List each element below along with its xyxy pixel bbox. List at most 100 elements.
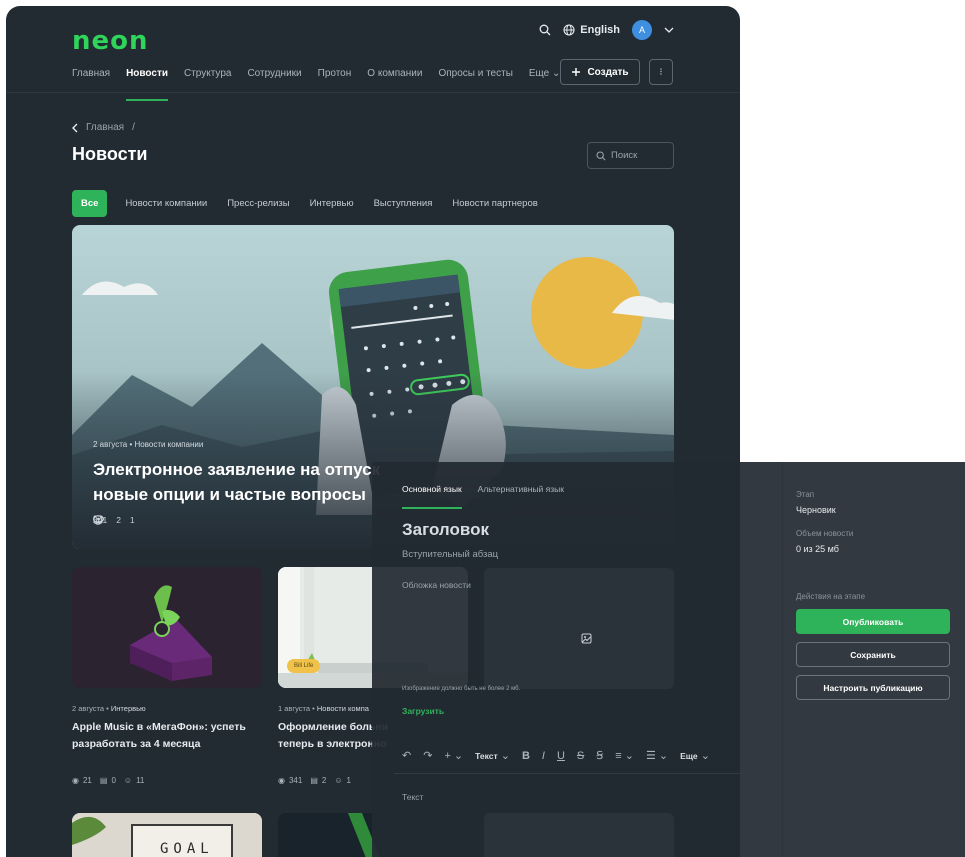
header-actions: English A: [539, 20, 674, 40]
toolbar-divider: [394, 773, 768, 774]
body-field[interactable]: Текст: [402, 792, 423, 802]
create-button[interactable]: Создать: [560, 59, 640, 85]
tab-main-language[interactable]: Основной язык: [402, 484, 462, 509]
body-image-placeholder: [484, 813, 674, 857]
kebab-icon: ⁝: [659, 66, 663, 78]
nav-item-about[interactable]: О компании: [367, 68, 422, 101]
language-tabs: Основной язык Альтернативный язык: [402, 484, 564, 509]
comment-icon: ▤: [99, 776, 108, 785]
news-card-image[interactable]: GOAL: [72, 813, 262, 857]
nav-item-employees[interactable]: Сотрудники: [247, 68, 301, 101]
strikethrough-icon[interactable]: S: [577, 750, 584, 762]
align-icon[interactable]: ≡ ⌄: [615, 749, 634, 762]
breadcrumb-home[interactable]: Главная: [86, 122, 124, 133]
editor-toolbar: ↶ ↷ + ⌄ Текст ⌄ B I U S Ꞩ ≡ ⌄ ☰ ⌄ Еще ⌄: [402, 749, 710, 763]
publish-sidebar: Этап Черновик Объем новости 0 из 25 мб Д…: [796, 490, 956, 700]
smile-icon: ☺: [123, 776, 133, 785]
chevron-down-icon[interactable]: [664, 27, 674, 33]
italic-icon[interactable]: I: [542, 750, 545, 762]
bold-icon[interactable]: B: [522, 750, 530, 762]
text-style-label: Текст: [475, 751, 498, 761]
language-switcher[interactable]: English: [563, 24, 620, 36]
views-stat: ◉ 21: [72, 776, 92, 785]
card-1-title[interactable]: Apple Music в «МегаФон»: успеть разработ…: [72, 719, 246, 753]
news-card-image[interactable]: [72, 567, 262, 688]
search-input[interactable]: Поиск: [587, 142, 674, 169]
nav-divider: [6, 92, 740, 93]
list-icon[interactable]: ☰ ⌄: [646, 749, 668, 762]
eye-icon: ◉: [72, 776, 79, 785]
views-count: 341: [288, 776, 303, 785]
actions-label: Действия на этапе: [796, 592, 866, 601]
publish-button[interactable]: Опубликовать: [796, 609, 950, 634]
hero-meta: 2 августа • Новости компании: [93, 440, 204, 449]
news-editor-panel: Основной язык Альтернативный язык Заголо…: [372, 462, 965, 857]
card-1-title-line-2: разработать за 4 месяца: [72, 738, 201, 750]
title-field[interactable]: Заголовок: [402, 520, 489, 540]
hero-title-line-1: Электронное заявление на отпуск: [93, 460, 381, 479]
more-dropdown[interactable]: Еще ⌄: [680, 749, 710, 762]
nav-item-home[interactable]: Главная: [72, 68, 110, 101]
filter-speeches[interactable]: Выступления: [374, 198, 433, 209]
upload-link[interactable]: Загрузить: [402, 706, 444, 716]
cover-dropzone[interactable]: [484, 568, 674, 689]
neon-logo[interactable]: neon: [72, 26, 149, 56]
search-icon: [596, 150, 606, 161]
redo-icon[interactable]: ↷: [423, 749, 432, 762]
search-placeholder: Поиск: [611, 150, 638, 161]
underline-icon[interactable]: U: [557, 750, 565, 762]
create-button-label: Создать: [587, 66, 629, 78]
chevron-down-icon: ⌄: [700, 750, 710, 762]
reactions-count: 1: [129, 515, 135, 525]
nav-item-structure[interactable]: Структура: [184, 68, 231, 101]
smile-icon: [93, 515, 103, 525]
tab-alt-language[interactable]: Альтернативный язык: [478, 484, 564, 509]
text-style-dropdown[interactable]: Текст ⌄: [475, 749, 510, 762]
filter-chips: Все Новости компании Пресс-релизы Интерв…: [72, 190, 538, 217]
filter-all[interactable]: Все: [72, 190, 108, 217]
page-title: Новости: [72, 144, 148, 164]
comment-icon: ▤: [310, 776, 318, 785]
stage-label: Этап: [796, 490, 815, 499]
comments-stat: ▤ 0: [100, 776, 116, 785]
filter-company-news[interactable]: Новости компании: [125, 198, 207, 209]
nav-item-more[interactable]: Еще ⌄: [529, 68, 561, 101]
size-label: Объем новости: [796, 529, 854, 538]
search-icon[interactable]: [539, 24, 551, 36]
configure-publication-button[interactable]: Настроить публикацию: [796, 675, 950, 700]
comments-stat: 2: [93, 515, 121, 525]
hero-title[interactable]: Электронное заявление на отпуск новые оп…: [93, 457, 393, 507]
hero-stats: 341 2 1: [93, 515, 135, 525]
size-value: 0 из 25 мб: [796, 544, 839, 554]
reactions-count: 11: [136, 776, 145, 785]
lead-field[interactable]: Вступительный абзац: [402, 549, 498, 560]
breadcrumb: Главная /: [72, 122, 135, 133]
hero-category[interactable]: Новости компании: [134, 440, 203, 449]
insert-plus-icon[interactable]: + ⌄: [444, 749, 463, 762]
undo-icon[interactable]: ↶: [402, 749, 411, 762]
nav-item-surveys[interactable]: Опросы и тесты: [438, 68, 512, 101]
hero-date: 2 августа: [93, 440, 128, 449]
card-1-date: 2 августа: [72, 704, 105, 713]
language-label: English: [580, 24, 620, 36]
card-1-stats: ◉ 21 ▤ 0 ☺ 11: [72, 776, 144, 785]
comments-stat: ▤ 2: [310, 776, 326, 785]
card-1-category[interactable]: Интервью: [111, 704, 146, 713]
filter-press-releases[interactable]: Пресс-релизы: [227, 198, 289, 209]
reactions-stat: 1: [93, 515, 135, 525]
nav-item-news[interactable]: Новости: [126, 68, 168, 101]
smile-icon: ☺: [334, 776, 343, 785]
card-2-category[interactable]: Новости компа: [317, 704, 369, 713]
save-button[interactable]: Сохранить: [796, 642, 950, 667]
clear-format-icon[interactable]: Ꞩ: [596, 749, 603, 762]
more-options-button[interactable]: ⁝: [649, 59, 673, 85]
avatar[interactable]: A: [632, 20, 652, 40]
nav-item-proton[interactable]: Протон: [318, 68, 352, 101]
card-2-date: 1 августа: [278, 704, 311, 713]
filter-partner-news[interactable]: Новости партнеров: [452, 198, 537, 209]
card-1-meta: 2 августа • Интервью: [72, 704, 146, 713]
image-icon: [581, 631, 592, 649]
filter-interviews[interactable]: Интервью: [310, 198, 354, 209]
more-label: Еще: [680, 751, 698, 761]
back-arrow-icon[interactable]: [72, 123, 78, 133]
